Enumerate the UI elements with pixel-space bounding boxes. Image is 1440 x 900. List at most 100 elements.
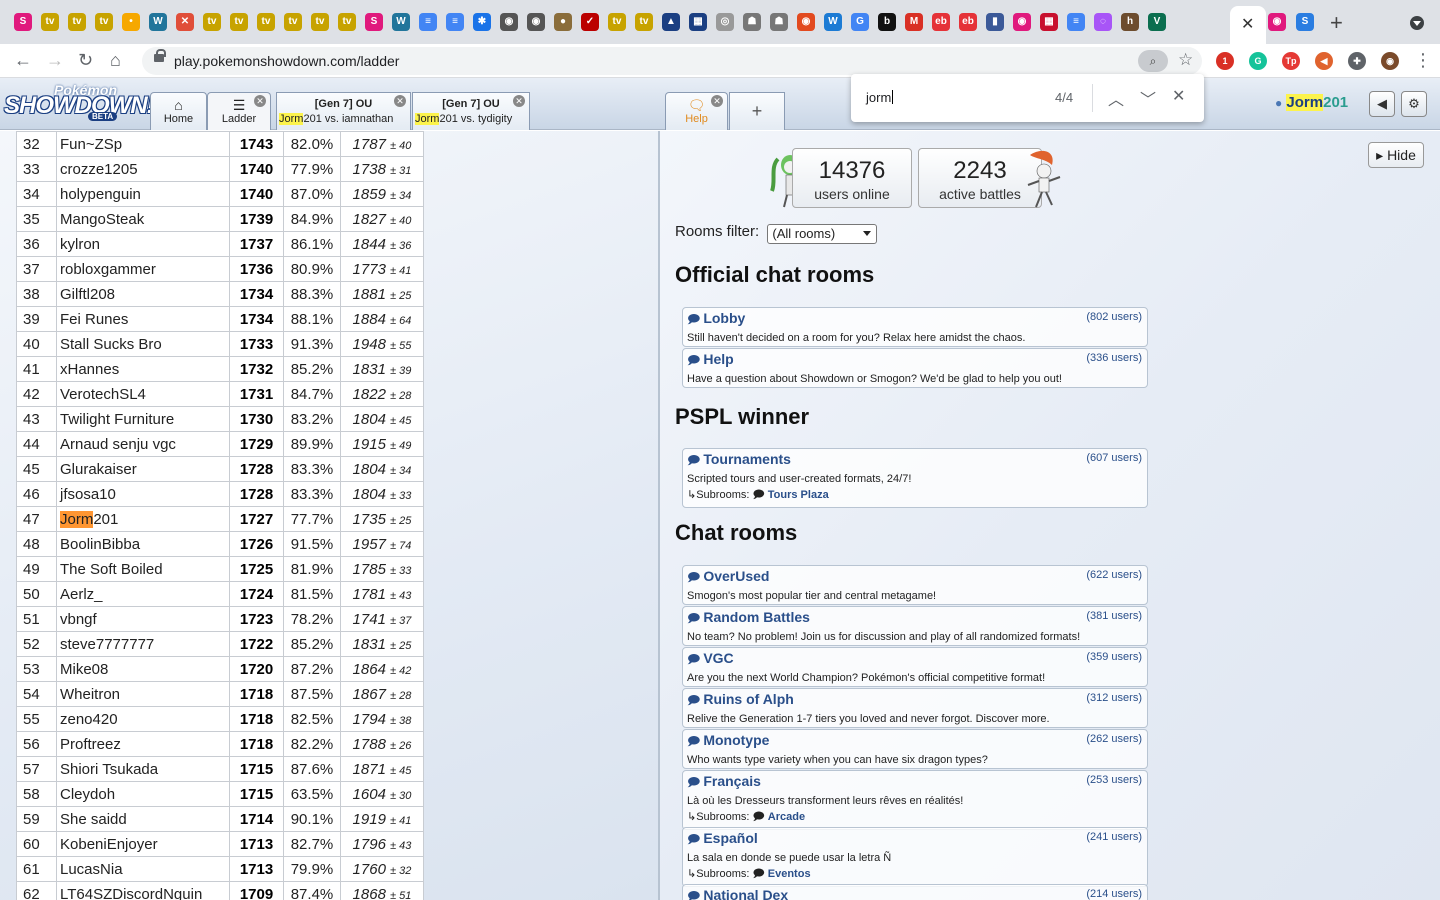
- find-next-icon[interactable]: ﹀: [1140, 86, 1156, 110]
- extension-icon[interactable]: 1: [1216, 52, 1234, 70]
- browser-tab-favicon-icon[interactable]: W: [149, 13, 167, 31]
- player-name[interactable]: vbngf: [56, 606, 230, 632]
- room-name[interactable]: 🗩 Tournaments: [687, 451, 1142, 472]
- room-name[interactable]: 🗩 Español: [687, 830, 1142, 851]
- find-in-page-icon[interactable]: ⌕: [1138, 50, 1168, 72]
- back-icon[interactable]: ←: [14, 50, 32, 71]
- browser-tab-favicon-icon[interactable]: ◉: [797, 13, 815, 31]
- browser-tab-favicon-icon[interactable]: ◉: [500, 13, 518, 31]
- browser-tab-favicon-icon[interactable]: •: [122, 13, 140, 31]
- player-name[interactable]: Gilftl208: [56, 281, 230, 307]
- room-name[interactable]: 🗩 Random Battles: [687, 609, 1142, 630]
- hide-button[interactable]: ▸ Hide: [1368, 142, 1424, 168]
- player-name[interactable]: Fun~ZSp: [56, 131, 230, 157]
- player-name[interactable]: Cleydoh: [56, 781, 230, 807]
- extension-icon[interactable]: ◀: [1315, 52, 1333, 70]
- player-name[interactable]: She saidd: [56, 806, 230, 832]
- player-name[interactable]: Arnaud senju vgc: [56, 431, 230, 457]
- browser-tab-favicon-icon[interactable]: tv: [41, 13, 59, 31]
- browser-tab-favicon-icon[interactable]: M: [905, 13, 923, 31]
- browser-tab-favicon-icon[interactable]: W: [824, 13, 842, 31]
- player-name[interactable]: Twilight Furniture: [56, 406, 230, 432]
- browser-menu-icon[interactable]: ⋮: [1414, 50, 1432, 71]
- browser-tab-favicon-icon[interactable]: ☗: [770, 13, 788, 31]
- room-entry[interactable]: 🗩 Lobby (802 users) Still haven't decided o…: [682, 307, 1148, 347]
- player-name[interactable]: kylron: [56, 231, 230, 257]
- active-browser-tab[interactable]: ✕: [1230, 6, 1266, 44]
- browser-tab-favicon-icon[interactable]: ✱: [473, 13, 491, 31]
- extension-icon[interactable]: G: [1249, 52, 1267, 70]
- room-entry[interactable]: 🗩 Help (336 users) Have a question about Sh…: [682, 348, 1148, 388]
- room-entry[interactable]: 🗩 OverUsed (622 users) Smogon's most popula…: [682, 565, 1148, 605]
- browser-tab-favicon-icon[interactable]: ◉: [527, 13, 545, 31]
- browser-tab-favicon-icon[interactable]: tv: [311, 13, 329, 31]
- tab-battle-1[interactable]: [Gen 7] OU Jorm201 vs. iamnathan ✕: [276, 92, 411, 130]
- browser-tab-favicon-icon[interactable]: ▮: [986, 13, 1004, 31]
- browser-tab-favicon-icon[interactable]: ≡: [419, 13, 437, 31]
- room-entry[interactable]: 🗩 Tournaments (607 users) Scripted tours an…: [682, 448, 1148, 508]
- room-entry[interactable]: 🗩 Random Battles (381 users) No team? No pr…: [682, 606, 1148, 646]
- sound-icon[interactable]: ◀: [1369, 91, 1395, 117]
- browser-tab-favicon-icon[interactable]: ≡: [1067, 13, 1085, 31]
- browser-tab-favicon-icon[interactable]: ◎: [716, 13, 734, 31]
- room-name[interactable]: 🗩 Help: [687, 351, 1142, 372]
- subroom-link[interactable]: Eventos: [768, 868, 811, 880]
- browser-tab-favicon-icon[interactable]: ●: [554, 13, 572, 31]
- browser-tab-favicon-icon[interactable]: W: [392, 13, 410, 31]
- browser-tab-favicon-icon[interactable]: tv: [284, 13, 302, 31]
- browser-tab-favicon-icon[interactable]: tv: [608, 13, 626, 31]
- player-name[interactable]: robloxgammer: [56, 256, 230, 282]
- browser-tab-favicon-icon[interactable]: b: [878, 13, 896, 31]
- player-name[interactable]: Fei Runes: [56, 306, 230, 332]
- room-name[interactable]: 🗩 VGC: [687, 650, 1142, 671]
- room-entry[interactable]: 🗩 Français (253 users) Là où les Dresseurs …: [682, 770, 1148, 830]
- player-name[interactable]: MangoSteak: [56, 206, 230, 232]
- player-name[interactable]: Jorm201: [56, 506, 230, 532]
- browser-tab-favicon-icon[interactable]: tv: [95, 13, 113, 31]
- player-name[interactable]: steve7777777: [56, 631, 230, 657]
- close-tab-icon[interactable]: ✕: [254, 95, 266, 107]
- tab-help[interactable]: 🗨 Help ✕: [665, 92, 728, 130]
- player-name[interactable]: jfsosa10: [56, 481, 230, 507]
- tab-ladder[interactable]: ☰ Ladder ✕: [207, 92, 271, 130]
- browser-tab-favicon-icon[interactable]: tv: [257, 13, 275, 31]
- settings-gear-icon[interactable]: ⚙: [1401, 91, 1427, 117]
- player-name[interactable]: VerotechSL4: [56, 381, 230, 407]
- tab-search-icon[interactable]: [1410, 16, 1424, 30]
- forward-icon[interactable]: →: [46, 50, 64, 71]
- player-name[interactable]: The Soft Boiled: [56, 556, 230, 582]
- find-previous-icon[interactable]: ︿: [1108, 86, 1124, 110]
- room-entry[interactable]: 🗩 National Dex (214 users): [682, 884, 1148, 900]
- bookmark-star-icon[interactable]: ☆: [1178, 50, 1193, 70]
- player-name[interactable]: KobeniEnjoyer: [56, 831, 230, 857]
- showdown-logo[interactable]: Pokémon SHOWDOWN! BETA: [4, 82, 155, 124]
- browser-tab-favicon-icon[interactable]: tv: [338, 13, 356, 31]
- room-name[interactable]: 🗩 Monotype: [687, 732, 1142, 753]
- browser-tab-favicon-icon[interactable]: tv: [203, 13, 221, 31]
- player-name[interactable]: xHannes: [56, 356, 230, 382]
- browser-tab-favicon-icon[interactable]: eb: [932, 13, 950, 31]
- room-entry[interactable]: 🗩 Monotype (262 users) Who wants type varie…: [682, 729, 1148, 769]
- browser-tab-favicon-icon[interactable]: tv: [68, 13, 86, 31]
- browser-tab-favicon-icon[interactable]: ▦: [689, 13, 707, 31]
- find-input[interactable]: jorm: [866, 90, 893, 105]
- player-name[interactable]: Proftreez: [56, 731, 230, 757]
- room-entry[interactable]: 🗩 VGC (359 users) Are you the next World Ch…: [682, 647, 1148, 687]
- lock-icon[interactable]: [154, 49, 166, 62]
- room-name[interactable]: 🗩 National Dex: [687, 887, 1142, 900]
- browser-tab-favicon-icon[interactable]: ✓: [581, 13, 599, 31]
- room-name[interactable]: 🗩 Lobby: [687, 310, 1142, 331]
- player-name[interactable]: holypenguin: [56, 181, 230, 207]
- browser-tab-favicon-icon[interactable]: S: [365, 13, 383, 31]
- tab-battle-2[interactable]: [Gen 7] OU Jorm201 vs. tydigity ✕: [412, 92, 530, 130]
- browser-tab-favicon-icon[interactable]: ◉: [1013, 13, 1031, 31]
- new-room-button[interactable]: +: [729, 92, 785, 130]
- find-close-icon[interactable]: ✕: [1172, 86, 1185, 106]
- browser-tab-favicon-icon[interactable]: tv: [635, 13, 653, 31]
- browser-tab-favicon-icon[interactable]: S: [14, 13, 32, 31]
- tab-home[interactable]: ⌂ Home: [150, 92, 207, 130]
- subroom-link[interactable]: Tours Plaza: [768, 489, 829, 501]
- browser-tab-favicon-icon[interactable]: eb: [959, 13, 977, 31]
- close-tab-icon[interactable]: ✕: [711, 95, 723, 107]
- extension-icon[interactable]: ◉: [1381, 52, 1399, 70]
